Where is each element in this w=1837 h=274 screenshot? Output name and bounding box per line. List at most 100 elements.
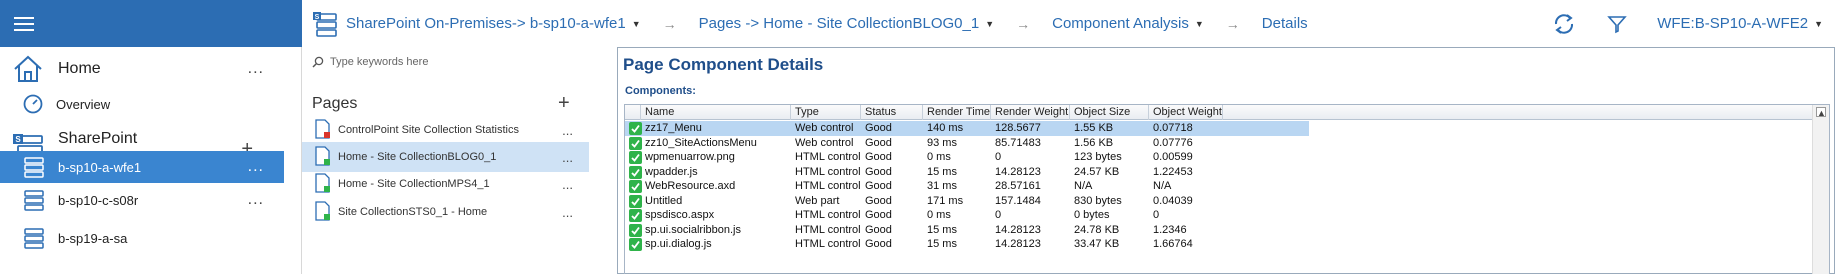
table-cell: Good: [865, 223, 892, 236]
table-cell: 0 bytes: [1074, 209, 1110, 221]
table-cell: 14.28123: [995, 238, 1041, 250]
breadcrumb: S SharePoint On-Premises-> b-sp10-a-wfe1…: [312, 0, 1308, 47]
breadcrumb-details[interactable]: Details: [1262, 15, 1308, 32]
table-cell: HTML control: [795, 238, 861, 250]
table-cell: N/A: [1153, 180, 1172, 192]
page-list-item[interactable]: Home - Site CollectionBLOG0_1...: [302, 142, 589, 172]
table-cell: 0: [995, 151, 1002, 163]
table-row[interactable]: spsdisco.aspx HTML control Good 0 ms 0 0 byte…: [625, 208, 1309, 223]
page-list-label: Home - Site CollectionBLOG0_1: [338, 151, 497, 163]
table-row[interactable]: sp.ui.dialog.js HTML control Good 15 ms 14.2…: [625, 237, 1309, 252]
table-cell: wpadder.js: [645, 165, 698, 178]
table-row[interactable]: wpadder.js HTML control Good 15 ms 14.28123 2…: [625, 165, 1309, 180]
home-icon: [12, 54, 44, 84]
table-cell: Web control: [795, 122, 854, 134]
table-cell: HTML control: [795, 209, 861, 221]
hamburger-icon: [14, 17, 34, 35]
add-page-button[interactable]: +: [558, 92, 570, 115]
gauge-icon: [22, 93, 44, 115]
more-icon[interactable]: ...: [562, 123, 573, 138]
more-icon[interactable]: ...: [248, 60, 264, 78]
server-selector[interactable]: WFE:B-SP10-A-WFE2 ▼: [1657, 15, 1823, 32]
sidebar-item-server[interactable]: b-sp10-c-s08r ...: [0, 185, 284, 215]
breadcrumb-details-label: Details: [1261, 15, 1308, 32]
table-cell: 157.1484: [995, 194, 1041, 207]
column-header[interactable]: Object Weight: [1149, 105, 1223, 120]
table-cell: 24.78 KB: [1074, 223, 1120, 236]
table-cell: Good: [865, 122, 892, 134]
sidebar-item-server[interactable]: b-sp19-a-sa: [0, 223, 284, 253]
page-list-item[interactable]: Home - Site CollectionMPS4_1...: [302, 169, 589, 199]
column-header[interactable]: Type: [791, 105, 861, 120]
more-icon[interactable]: ...: [562, 205, 573, 220]
filter-icon[interactable]: [1607, 14, 1627, 34]
breadcrumb-analysis-label: Component Analysis: [1052, 15, 1189, 32]
table-cell: 0.07718: [1153, 122, 1193, 134]
components-table: Name Type Status Render Time Render Weight Ob…: [624, 104, 1830, 274]
column-header[interactable]: Name: [641, 105, 791, 120]
page-icon: [314, 118, 332, 142]
table-cell: 33.47 KB: [1074, 238, 1120, 250]
table-cell: Good: [865, 136, 892, 149]
column-header[interactable]: Render Weight: [991, 105, 1070, 120]
more-icon[interactable]: ...: [562, 177, 573, 192]
table-cell: sp.ui.socialribbon.js: [645, 223, 741, 236]
page-list-item[interactable]: ControlPoint Site Collection Statistics.…: [302, 115, 589, 145]
search-icon: [312, 56, 324, 68]
table-row[interactable]: WebResource.axd HTML control Good 31 ms 28.5…: [625, 179, 1309, 194]
more-icon[interactable]: ...: [248, 158, 264, 176]
column-header[interactable]: Status: [861, 105, 923, 120]
breadcrumb-pages-label: Pages -> Home - Site CollectionBLOG0_1: [698, 15, 980, 32]
table-row[interactable]: sp.ui.socialribbon.js HTML control Good 15 …: [625, 223, 1309, 238]
table-cell: 85.71483: [995, 136, 1041, 149]
breadcrumb-pages[interactable]: Pages -> Home - Site CollectionBLOG0_1 ▼: [699, 15, 994, 32]
table-cell: 1.55 KB: [1074, 122, 1114, 134]
pages-panel: Type keywords here Pages + ControlPoint …: [302, 47, 614, 274]
refresh-icon[interactable]: [1551, 12, 1577, 36]
chevron-down-icon: ▼: [985, 18, 995, 29]
breadcrumb-farm[interactable]: SharePoint On-Premises-> b-sp10-a-wfe1 ▼: [346, 15, 641, 32]
server-selector-label: WFE:B-SP10-A-WFE2: [1657, 15, 1809, 32]
table-cell: 14.28123: [995, 223, 1041, 236]
table-cell: 0 ms: [927, 151, 951, 163]
table-cell: 171 ms: [927, 194, 964, 207]
table-cell: 1.66764: [1153, 238, 1193, 250]
page-icon: [314, 200, 332, 224]
sidebar-item-server[interactable]: b-sp10-a-wfe1 ...: [0, 151, 284, 183]
more-icon[interactable]: ...: [248, 191, 264, 209]
table-row[interactable]: wpmenuarrow.png HTML control Good 0 ms 0 123 …: [625, 150, 1309, 165]
breadcrumb-analysis[interactable]: Component Analysis ▼: [1052, 15, 1204, 32]
scroll-up-icon[interactable]: ▲: [1816, 107, 1826, 118]
page-list-item[interactable]: Site CollectionSTS0_1 - Home...: [302, 197, 589, 227]
table-cell: 1.22453: [1153, 165, 1193, 178]
components-label: Components:: [625, 85, 696, 97]
page-icon: [314, 145, 332, 169]
table-cell: 830 bytes: [1074, 194, 1122, 207]
sidebar-item-home[interactable]: Home ...: [0, 51, 284, 87]
table-cell: N/A: [1074, 180, 1093, 192]
table-row[interactable]: zz17_Menu Web control Good 140 ms 128.5677 1.…: [625, 121, 1309, 136]
vertical-scrollbar[interactable]: ▲: [1812, 105, 1829, 274]
table-cell: 0 ms: [927, 209, 951, 221]
top-bar: S SharePoint On-Premises-> b-sp10-a-wfe1…: [0, 0, 1837, 47]
column-header[interactable]: Render Time: [923, 105, 991, 120]
sidebar-item-overview[interactable]: Overview: [0, 91, 284, 117]
sidebar-item-label: b-sp10-c-s08r: [58, 192, 139, 208]
table-cell: 15 ms: [927, 223, 957, 236]
table-cell: sp.ui.dialog.js: [645, 238, 712, 250]
breadcrumb-arrow-icon: →: [1225, 15, 1240, 32]
menu-button[interactable]: [0, 0, 302, 47]
more-icon[interactable]: ...: [562, 150, 573, 165]
column-header[interactable]: Object Size: [1070, 105, 1149, 120]
search-input[interactable]: Type keywords here: [330, 56, 428, 68]
search-box[interactable]: Type keywords here: [312, 56, 428, 68]
table-cell: 0.00599: [1153, 151, 1193, 163]
table-cell: 31 ms: [927, 180, 957, 192]
table-row[interactable]: zz10_SiteActionsMenu Web control Good 93 ms…: [625, 136, 1309, 151]
table-cell: HTML control: [795, 151, 861, 163]
table-cell: 93 ms: [927, 136, 957, 149]
table-cell: Good: [865, 151, 892, 163]
svg-text:S: S: [15, 135, 21, 144]
table-row[interactable]: Untitled Web part Good 171 ms 157.1484 830 by…: [625, 194, 1309, 209]
table-cell: HTML control: [795, 180, 861, 192]
